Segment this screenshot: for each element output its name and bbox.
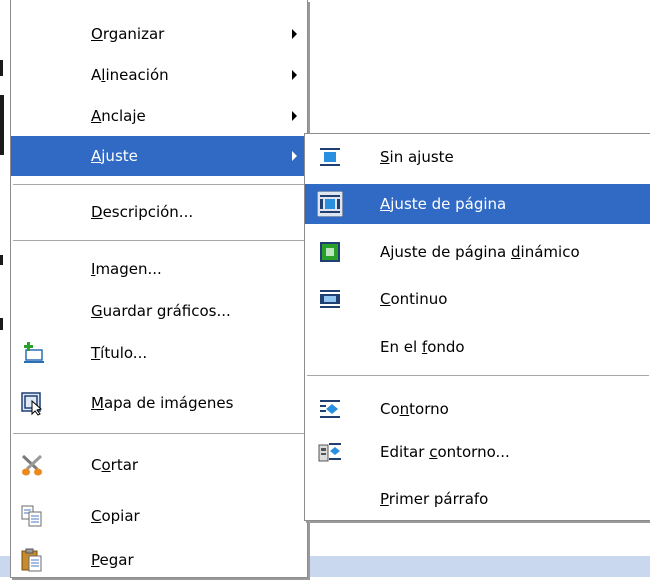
no-wrap-icon	[320, 148, 340, 166]
menu-item-label: Sin ajuste	[380, 148, 454, 166]
menu-item-label: Organizar	[91, 25, 165, 43]
background-fragment	[0, 60, 3, 76]
menu-item-label: Ajuste de página dinámico	[380, 243, 580, 261]
submenu-item-ajuste-de-pagina-dinamico[interactable]: Ajuste de página dinámico	[305, 232, 650, 272]
menu-item-label: En el fondo	[380, 338, 465, 356]
submenu-arrow-icon	[292, 151, 297, 161]
background-fragment	[0, 255, 3, 265]
menu-separator	[13, 184, 305, 185]
menu-item-label: Pegar	[91, 551, 134, 569]
menu-item-label: Descripción...	[91, 203, 194, 221]
continuous-wrap-icon	[320, 290, 340, 308]
menu-item-label: Guardar gráficos...	[91, 302, 231, 320]
menu-item-imagen[interactable]: Imagen...	[11, 249, 307, 289]
menu-item-label: Continuo	[380, 290, 448, 308]
menu-item-pegar[interactable]: Pegar	[11, 540, 307, 580]
menu-item-titulo[interactable]: Título...	[11, 333, 307, 373]
menu-item-alineacion[interactable]: Alineación	[11, 55, 307, 95]
submenu-item-contorno[interactable]: Contorno	[305, 389, 650, 429]
wrap-submenu: Sin ajuste Ajuste de página Ajuste de pá…	[304, 133, 650, 521]
menu-item-cortar[interactable]: Cortar	[11, 445, 307, 485]
submenu-item-sin-ajuste[interactable]: Sin ajuste	[305, 137, 650, 177]
copy-icon	[21, 505, 42, 527]
menu-item-label: Copiar	[91, 507, 140, 525]
submenu-item-continuo[interactable]: Continuo	[305, 279, 650, 319]
submenu-arrow-icon	[292, 111, 297, 121]
paste-icon	[21, 548, 42, 572]
submenu-arrow-icon	[292, 70, 297, 80]
menu-item-organizar[interactable]: Organizar	[11, 14, 307, 54]
menu-item-descripcion[interactable]: Descripción...	[11, 192, 307, 232]
menu-item-ajuste[interactable]: Ajuste	[11, 136, 307, 176]
submenu-item-ajuste-de-pagina[interactable]: Ajuste de página	[305, 184, 650, 224]
menu-item-label: Editar contorno...	[380, 443, 510, 461]
context-menu: Organizar Alineación Anclaje Ajuste Desc…	[10, 0, 308, 578]
menu-item-label: Imagen...	[91, 260, 162, 278]
menu-item-label: Título...	[91, 344, 148, 362]
menu-item-label: Ajuste	[91, 147, 138, 165]
menu-separator	[307, 375, 649, 376]
cut-scissors-icon	[21, 454, 43, 476]
submenu-arrow-icon	[292, 29, 297, 39]
dynamic-page-wrap-icon	[320, 242, 340, 262]
menu-item-anclaje[interactable]: Anclaje	[11, 96, 307, 136]
submenu-item-editar-contorno[interactable]: Editar contorno...	[305, 432, 650, 472]
menu-item-label: Anclaje	[91, 107, 146, 125]
menu-item-guardar-graficos[interactable]: Guardar gráficos...	[11, 291, 307, 331]
menu-item-label: Cortar	[91, 456, 139, 474]
menu-item-copiar[interactable]: Copiar	[11, 496, 307, 536]
title-icon	[24, 342, 44, 363]
menu-item-label: Contorno	[380, 400, 449, 418]
background-fragment	[0, 95, 4, 155]
menu-item-mapa-imagenes[interactable]: Mapa de imágenes	[11, 383, 307, 423]
menu-separator	[13, 240, 305, 241]
page-wrap-icon	[317, 191, 343, 217]
submenu-item-primer-parrafo[interactable]: Primer párrafo	[305, 479, 650, 519]
background-fragment	[0, 318, 3, 330]
edit-contour-icon	[318, 443, 341, 462]
image-map-icon	[21, 392, 43, 416]
menu-item-label: Primer párrafo	[380, 490, 489, 508]
menu-item-label: Mapa de imágenes	[91, 394, 234, 412]
menu-item-label: Ajuste de página	[380, 195, 507, 213]
menu-item-label: Alineación	[91, 66, 169, 84]
submenu-item-en-el-fondo[interactable]: En el fondo	[305, 327, 650, 367]
menu-separator	[13, 433, 305, 434]
contour-icon	[320, 400, 340, 418]
